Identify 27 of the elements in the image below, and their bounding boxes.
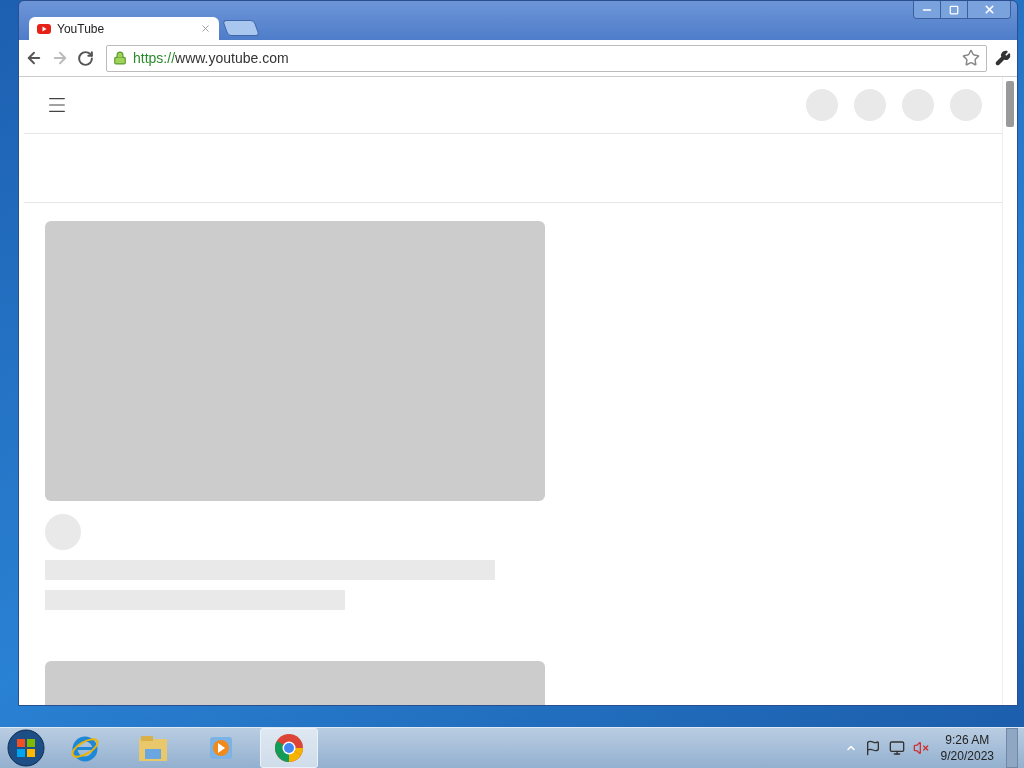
wrench-icon[interactable]: [995, 50, 1011, 66]
maximize-button[interactable]: [940, 1, 967, 18]
close-icon[interactable]: [200, 23, 211, 34]
reload-icon[interactable]: [77, 49, 94, 67]
url-text: https://www.youtube.com: [133, 50, 290, 66]
lock-icon: [113, 51, 127, 65]
browser-tab[interactable]: YouTube: [29, 17, 219, 40]
forward-icon[interactable]: [51, 49, 69, 67]
close-icon: [982, 3, 996, 16]
close-button[interactable]: [967, 1, 1010, 18]
clock[interactable]: 9:26 AM 9/20/2023: [940, 732, 994, 764]
folder-icon: [137, 733, 169, 763]
taskbar-app[interactable]: [260, 728, 318, 768]
maximize-icon: [949, 4, 959, 15]
chrome-icon: [274, 733, 304, 763]
network-icon[interactable]: [888, 740, 905, 756]
play-logo-icon: [37, 23, 51, 34]
new-tab-button[interactable]: [222, 20, 260, 36]
star-icon[interactable]: [962, 49, 980, 67]
start-button[interactable]: [6, 728, 46, 768]
tab-title: YouTube: [57, 21, 106, 36]
back-icon[interactable]: [25, 49, 43, 67]
flag-icon[interactable]: [864, 740, 881, 756]
media-player-icon: [207, 734, 235, 762]
address-bar[interactable]: https://www.youtube.com: [106, 44, 987, 72]
mute-icon[interactable]: [912, 740, 929, 756]
scrollbar-thumb[interactable]: [1006, 81, 1014, 127]
